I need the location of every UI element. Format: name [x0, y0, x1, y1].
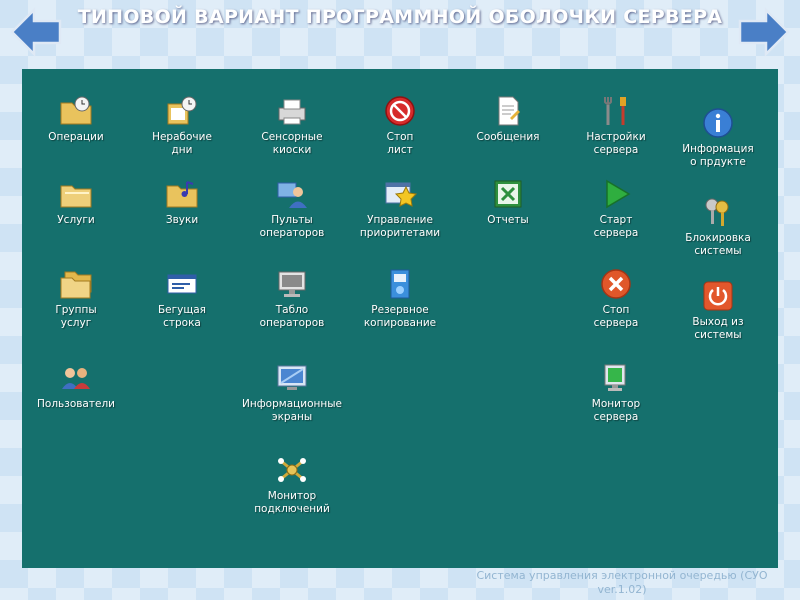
services-shortcut[interactable]: Услуги	[21, 177, 131, 227]
backup-disk-icon	[390, 269, 410, 299]
lock-system-shortcut[interactable]: Блокировка системы	[663, 195, 773, 258]
server-shell-desktop: Операции Услуги Группы услуг Пользовател…	[22, 69, 778, 568]
star-window-icon	[385, 182, 417, 207]
server-monitor-shortcut[interactable]: Монитор сервера	[561, 361, 671, 424]
messages-shortcut[interactable]: Сообщения	[453, 94, 563, 144]
footer-line-2: ver.1.02)	[597, 583, 647, 596]
slide-title: ТИПОВОЙ ВАРИАНТ ПРОГРАММНОЙ ОБОЛОЧКИ СЕР…	[77, 6, 723, 28]
stop-server-shortcut[interactable]: Стоп сервера	[561, 267, 671, 330]
operator-board-shortcut[interactable]: Табло операторов	[237, 267, 347, 330]
server-settings-shortcut[interactable]: Настройки сервера	[561, 94, 671, 157]
forward-arrow-icon[interactable]	[736, 6, 792, 58]
folder-music-icon	[166, 181, 198, 208]
stop-x-icon	[601, 269, 631, 299]
info-screens-shortcut[interactable]: Информационные экраны	[237, 361, 347, 424]
operator-panel-icon	[277, 182, 307, 208]
power-icon	[703, 281, 733, 311]
stop-list-shortcut[interactable]: Стоп лист	[345, 94, 455, 157]
ticker-window-icon	[167, 274, 197, 294]
footer-caption: Система управления электронной очередью …	[462, 569, 782, 597]
no-entry-icon	[385, 96, 415, 126]
connection-monitor-shortcut[interactable]: Монитор подключений	[237, 453, 347, 516]
reports-shortcut[interactable]: Отчеты	[453, 177, 563, 227]
backup-shortcut[interactable]: Резервное копирование	[345, 267, 455, 330]
exit-system-shortcut[interactable]: Выход из системы	[663, 279, 773, 342]
info-icon	[703, 108, 733, 138]
network-connections-icon	[278, 458, 306, 482]
folder-clock-icon	[60, 96, 92, 125]
kiosk-printer-icon	[278, 99, 306, 125]
computer-monitor-icon	[604, 364, 626, 391]
tools-icon	[604, 97, 626, 125]
document-note-icon	[498, 96, 520, 126]
holidays-shortcut[interactable]: Нерабочие дни	[127, 94, 237, 157]
screen-icon	[277, 365, 307, 390]
service-groups-shortcut[interactable]: Группы услуг	[21, 267, 131, 330]
play-icon	[606, 179, 631, 209]
ticker-shortcut[interactable]: Бегущая строка	[127, 267, 237, 330]
operations-shortcut[interactable]: Операции	[21, 94, 131, 144]
folders-icon	[60, 271, 92, 299]
sounds-shortcut[interactable]: Звуки	[127, 177, 237, 227]
calendar-clock-icon	[167, 96, 197, 125]
footer-line-1: Система управления электронной очередью …	[476, 569, 768, 582]
back-arrow-icon[interactable]	[8, 6, 64, 58]
monitor-icon	[278, 271, 306, 297]
folder-icon	[60, 185, 92, 208]
keys-icon	[705, 198, 729, 226]
start-server-shortcut[interactable]: Старт сервера	[561, 177, 671, 240]
excel-report-icon	[494, 180, 522, 208]
users-shortcut[interactable]: Пользователи	[21, 361, 131, 411]
priority-management-shortcut[interactable]: Управление приоритетами	[345, 177, 455, 240]
kiosks-shortcut[interactable]: Сенсорные киоски	[237, 94, 347, 157]
operator-panels-shortcut[interactable]: Пульты операторов	[237, 177, 347, 240]
product-info-shortcut[interactable]: Информация о прдукте	[663, 106, 773, 169]
users-icon	[62, 368, 90, 389]
